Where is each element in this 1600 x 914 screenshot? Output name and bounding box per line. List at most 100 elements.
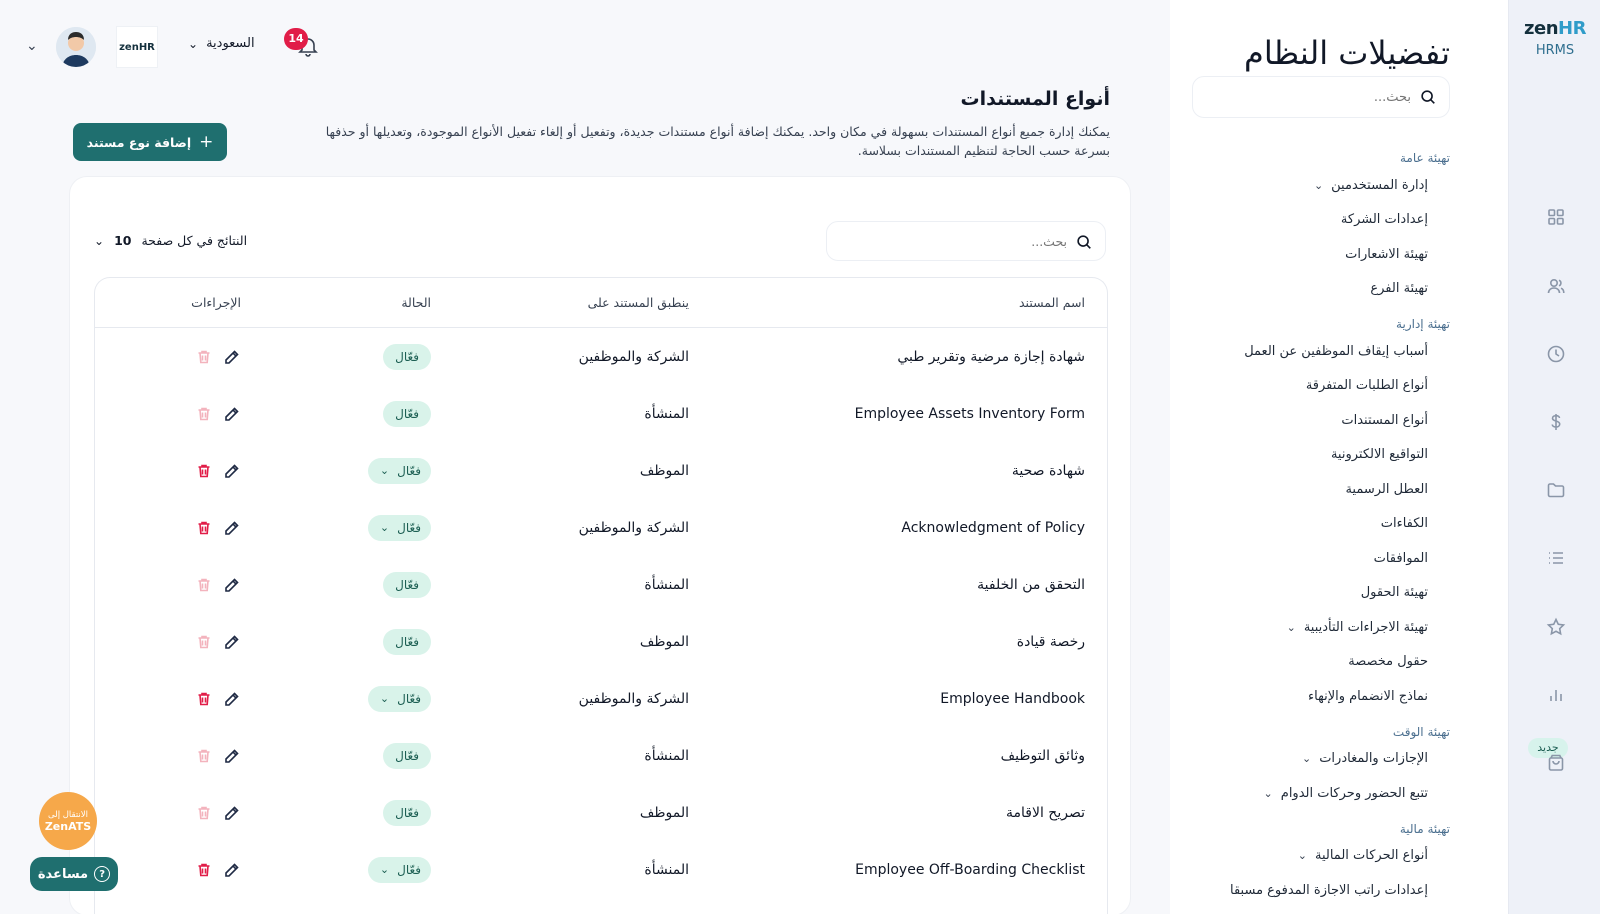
settings-nav-item[interactable]: الموافقات: [1200, 541, 1450, 576]
delete-icon[interactable]: [195, 861, 213, 879]
add-document-type-button[interactable]: إضافة نوع مستند +: [73, 123, 227, 161]
settings-nav-item-label: الموافقات: [1373, 550, 1428, 566]
settings-nav-item[interactable]: أنواع الطلبات المتفرقة: [1200, 369, 1450, 404]
settings-nav-item[interactable]: ⌄ إدارة المستخدمين: [1200, 168, 1450, 203]
settings-nav-item[interactable]: ⌄ تهيئة الاجراءات التأديبية: [1200, 610, 1450, 645]
applies-to: الشركة والموظفين: [578, 519, 689, 536]
add-button-label: إضافة نوع مستند: [86, 134, 192, 150]
settings-nav-item[interactable]: العطل الرسمية: [1200, 472, 1450, 507]
document-name: شهادة إجازة مرضية وتقرير طبي: [897, 348, 1085, 365]
document-name: وثائق التوظيف: [1000, 747, 1085, 764]
settings-nav-item-label: تهيئة الحقول: [1360, 585, 1428, 601]
icon-rail: zenHR HRMS جديد: [1508, 0, 1600, 914]
settings-nav-item[interactable]: أسباب إيقاف الموظفين عن العمل: [1200, 334, 1450, 369]
settings-nav-item[interactable]: التواقيع الالكترونية: [1200, 438, 1450, 473]
dashboard-icon[interactable]: [1545, 206, 1567, 228]
edit-icon[interactable]: [223, 462, 241, 480]
delete-icon: [195, 576, 213, 594]
shopping-bag-icon[interactable]: [1545, 752, 1567, 774]
settings-nav-item[interactable]: حقول مخصصة: [1200, 645, 1450, 680]
chevron-down-icon: ⌄: [1263, 786, 1273, 800]
star-icon[interactable]: [1545, 616, 1567, 638]
settings-nav-item[interactable]: تهيئة الحقول: [1200, 576, 1450, 611]
edit-icon[interactable]: [223, 861, 241, 879]
chevron-down-icon: ⌄: [379, 863, 390, 876]
table-row: Employee Assets Inventory Form المنشأة فعّ…: [95, 385, 1107, 442]
company-logo[interactable]: zenHR: [116, 26, 158, 68]
country-selector[interactable]: ⌄ السعودية: [188, 36, 255, 51]
edit-icon[interactable]: [223, 576, 241, 594]
delete-icon[interactable]: [195, 519, 213, 537]
search-icon: [1421, 90, 1435, 104]
clock-icon[interactable]: [1545, 343, 1567, 365]
settings-nav-item[interactable]: إعدادات راتب الاجازة المدفوع مسبقا: [1200, 873, 1450, 908]
settings-nav-item[interactable]: ⌄ تتبع الحضور وحركات الدوام: [1200, 776, 1450, 811]
bar-chart-icon[interactable]: [1545, 684, 1567, 706]
status-badge: فعّال: [397, 862, 421, 877]
zenhr-logo[interactable]: zenHR HRMS: [1509, 18, 1600, 58]
table-body: شهادة إجازة مرضية وتقرير طبي الشركة والمو…: [95, 328, 1107, 898]
status-badge: فعّال: [383, 571, 431, 598]
zenats-switch-button[interactable]: الانتقال إلى ZenATS: [39, 792, 97, 850]
users-icon[interactable]: [1545, 275, 1567, 297]
chevron-down-icon: ⌄: [379, 464, 390, 477]
delete-icon[interactable]: [195, 462, 213, 480]
status-cell: ⌄ فعّال: [301, 499, 431, 556]
edit-icon[interactable]: [223, 804, 241, 822]
list-icon[interactable]: [1545, 547, 1567, 569]
folder-icon[interactable]: [1545, 479, 1567, 501]
applies-to: المنشأة: [644, 405, 689, 422]
settings-nav-item[interactable]: ⌄ أنواع الحركات المالية: [1200, 839, 1450, 874]
settings-nav-item[interactable]: أنواع المستندات: [1200, 403, 1450, 438]
settings-nav-item[interactable]: تهيئة الفرع: [1200, 272, 1450, 307]
settings-group-heading: تهيئة مالية: [1399, 821, 1450, 836]
help-button[interactable]: مساعدة ?: [30, 857, 118, 891]
status-badge: فعّال: [383, 628, 431, 655]
document-name: رخصة قيادة: [1016, 633, 1085, 650]
edit-icon[interactable]: [223, 633, 241, 651]
status-dropdown[interactable]: ⌄ فعّال: [367, 685, 431, 712]
settings-nav-item[interactable]: ⌄ الإجازات والمغادرات: [1200, 742, 1450, 777]
status-dropdown[interactable]: ⌄ فعّال: [367, 457, 431, 484]
table-search[interactable]: [826, 221, 1106, 261]
edit-icon[interactable]: [223, 348, 241, 366]
table-row: Employee Off-Boarding Checklist المنشأة ⌄ ف…: [95, 841, 1107, 898]
column-header-actions: الإجراءات: [191, 295, 241, 310]
actions-cell: [161, 784, 241, 841]
dollar-icon[interactable]: [1545, 411, 1567, 433]
delete-icon: [195, 633, 213, 651]
settings-nav-item[interactable]: الكفاءات: [1200, 507, 1450, 542]
profile-chevron-down-icon[interactable]: ⌄: [26, 38, 38, 54]
status-badge: فعّال: [383, 799, 431, 826]
edit-icon[interactable]: [223, 519, 241, 537]
delete-icon[interactable]: [195, 690, 213, 708]
help-label: مساعدة: [37, 866, 89, 882]
edit-icon[interactable]: [223, 405, 241, 423]
chevron-down-icon: ⌄: [1301, 752, 1312, 766]
document-name: تصريح الاقامة: [1006, 804, 1085, 821]
settings-nav-item[interactable]: نماذج الانضمام والإنهاء: [1200, 679, 1450, 714]
status-dropdown[interactable]: ⌄ فعّال: [367, 514, 431, 541]
settings-search[interactable]: [1192, 76, 1450, 118]
edit-icon[interactable]: [223, 747, 241, 765]
table-header: اسم المستند ينطبق المستند على الحالة الإ…: [95, 278, 1107, 328]
per-page-selector[interactable]: ⌄ 10 النتائج في كل صفحة: [94, 233, 247, 248]
status-cell: فعّال: [301, 328, 431, 385]
applies-to: الشركة والموظفين: [578, 690, 689, 707]
notifications-button[interactable]: 14: [284, 28, 320, 58]
status-cell: فعّال: [301, 613, 431, 670]
edit-icon[interactable]: [223, 690, 241, 708]
status-badge: فعّال: [383, 742, 431, 769]
settings-nav-item-label: التواقيع الالكترونية: [1330, 447, 1428, 463]
table-row: تصريح الاقامة الموظف فعّال: [95, 784, 1107, 841]
applies-to: الموظف: [639, 804, 689, 821]
settings-nav-item-label: الإجازات والمغادرات: [1319, 751, 1428, 767]
main-content: ⌄ zenHR ⌄ السعودية 14 أنواع المستندات يم…: [0, 0, 1170, 914]
table-search-input[interactable]: [847, 222, 1067, 260]
avatar[interactable]: [56, 27, 96, 67]
settings-search-input[interactable]: [1211, 77, 1411, 117]
settings-nav-item[interactable]: إعدادات الشركة: [1200, 203, 1450, 238]
status-dropdown[interactable]: ⌄ فعّال: [367, 856, 431, 883]
settings-nav-item-label: أنواع الحركات المالية: [1314, 848, 1428, 864]
settings-nav-item[interactable]: تهيئة الاشعارات: [1200, 237, 1450, 272]
